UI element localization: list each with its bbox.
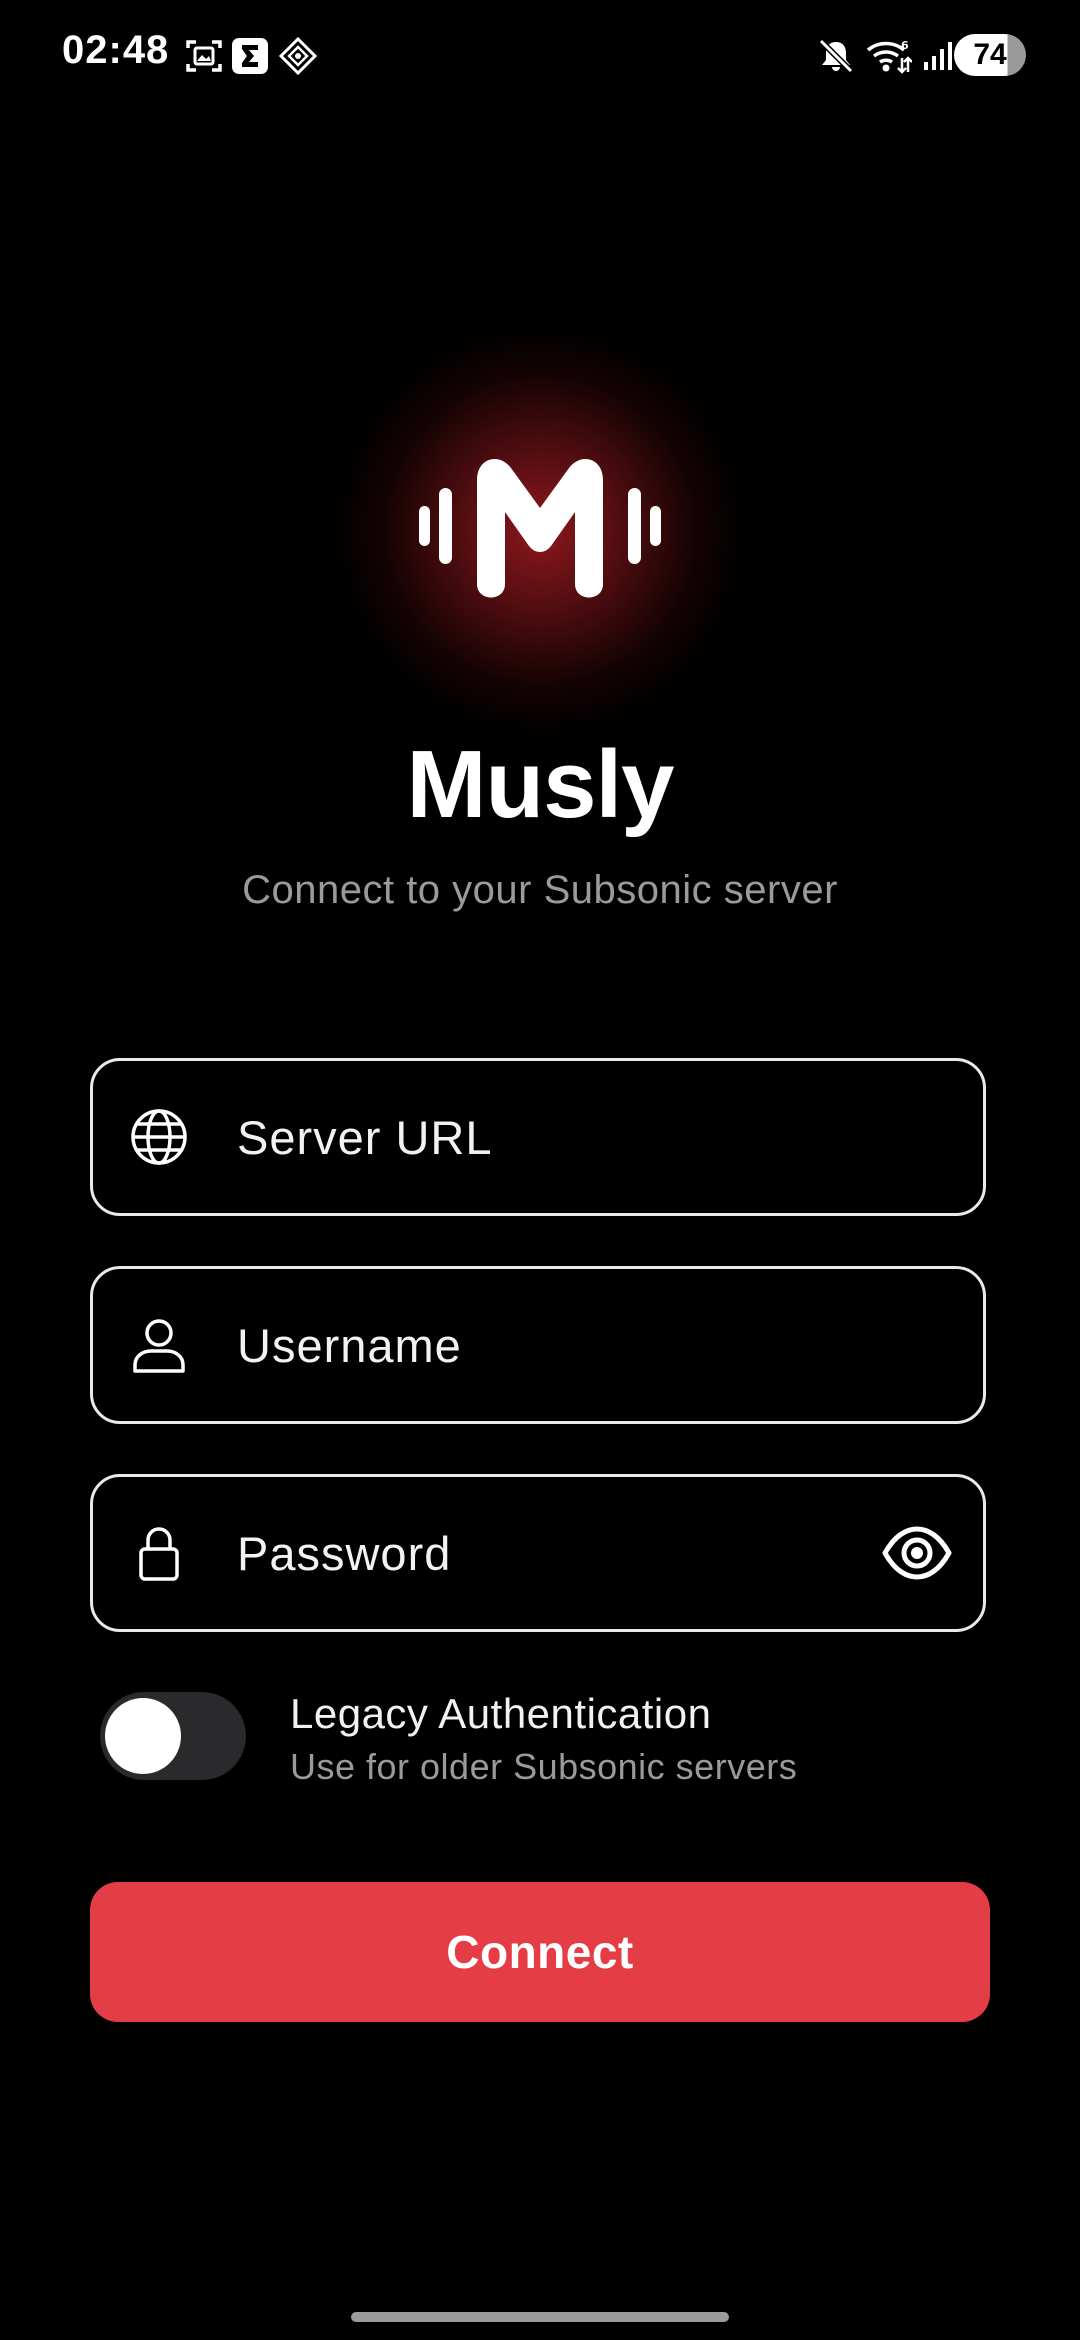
legacy-auth-description: Use for older Subsonic servers [290, 1746, 798, 1787]
legacy-auth-label: Legacy Authentication [290, 1690, 712, 1737]
server-url-input[interactable] [237, 1061, 857, 1213]
show-password-eye-icon[interactable] [881, 1517, 953, 1589]
connect-button[interactable]: Connect [90, 1882, 990, 2022]
globe-icon [131, 1109, 187, 1165]
screenshot-icon [186, 40, 222, 72]
status-bar: 02:48 6 74 [0, 0, 1080, 110]
signal-icon [924, 42, 952, 70]
lock-icon [139, 1527, 179, 1581]
toggle-knob [105, 1698, 181, 1774]
server-url-field[interactable] [90, 1058, 986, 1216]
legacy-auth-toggle[interactable] [100, 1692, 246, 1780]
musly-logo-icon [419, 458, 661, 598]
password-input[interactable] [237, 1477, 857, 1629]
app-title: Musly [406, 731, 674, 838]
status-clock: 02:48 [62, 28, 170, 72]
home-indicator[interactable] [351, 2312, 729, 2322]
sigma-app-icon [232, 38, 268, 74]
diamond-app-icon [278, 36, 318, 76]
battery-icon: 74 [954, 34, 1026, 76]
app-subtitle: Connect to your Subsonic server [242, 868, 838, 912]
username-input[interactable] [237, 1269, 857, 1421]
wifi-icon: 6 [866, 39, 912, 74]
password-field[interactable] [90, 1474, 986, 1632]
mute-icon [818, 38, 854, 74]
person-icon [133, 1319, 185, 1373]
svg-text:6: 6 [901, 39, 909, 52]
username-field[interactable] [90, 1266, 986, 1424]
